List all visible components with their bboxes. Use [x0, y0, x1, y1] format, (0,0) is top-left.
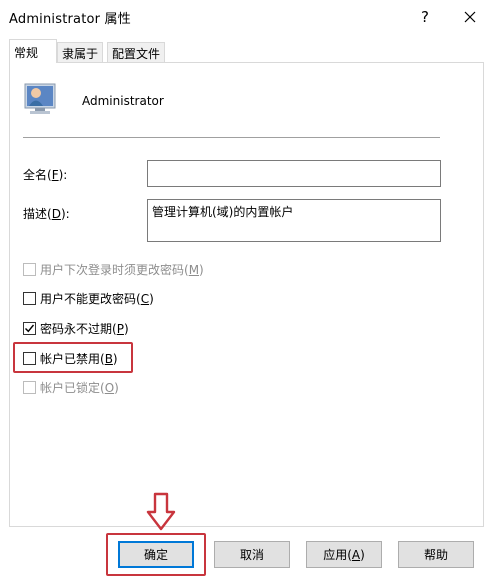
- checkbox-box: [23, 380, 36, 394]
- description-input[interactable]: 管理计算机(域)的内置帐户: [147, 199, 441, 242]
- checkbox-box: [23, 262, 36, 276]
- question-icon: ?: [421, 7, 429, 26]
- full-name-input[interactable]: [147, 160, 441, 187]
- help-button[interactable]: 帮助: [398, 541, 474, 568]
- user-icon: [24, 83, 56, 114]
- down-arrow-icon: [146, 492, 176, 531]
- ok-button[interactable]: 确定: [118, 541, 194, 568]
- description-label: 描述(D):: [23, 207, 70, 221]
- full-name-label: 全名(F):: [23, 168, 68, 182]
- account-locked-checkbox[interactable]: 帐户已锁定(O): [23, 379, 119, 395]
- tab-general[interactable]: 常规: [9, 39, 57, 63]
- tab-profile[interactable]: 配置文件: [107, 42, 166, 63]
- close-button[interactable]: [450, 0, 490, 33]
- checkbox-box: [23, 291, 36, 305]
- tab-strip: 隶属于 配置文件 常规: [9, 39, 484, 63]
- help-title-button[interactable]: ?: [405, 0, 445, 33]
- tab-member-of[interactable]: 隶属于: [57, 42, 104, 63]
- apply-button[interactable]: 应用(A): [306, 541, 382, 568]
- must-change-password-checkbox[interactable]: 用户下次登录时须更改密码(M): [23, 261, 204, 277]
- window-title: Administrator 属性: [9, 12, 131, 27]
- checkbox-box: [23, 321, 36, 335]
- account-disabled-highlight: [13, 342, 133, 373]
- cancel-button[interactable]: 取消: [214, 541, 290, 568]
- user-name: Administrator: [82, 94, 164, 108]
- checkmark-icon: [25, 324, 35, 332]
- password-never-expires-checkbox[interactable]: 密码永不过期(P): [23, 320, 129, 336]
- cannot-change-password-checkbox[interactable]: 用户不能更改密码(C): [23, 290, 154, 306]
- close-icon: [464, 11, 476, 22]
- title-bar: Administrator 属性 ?: [0, 0, 493, 33]
- separator: [23, 137, 440, 138]
